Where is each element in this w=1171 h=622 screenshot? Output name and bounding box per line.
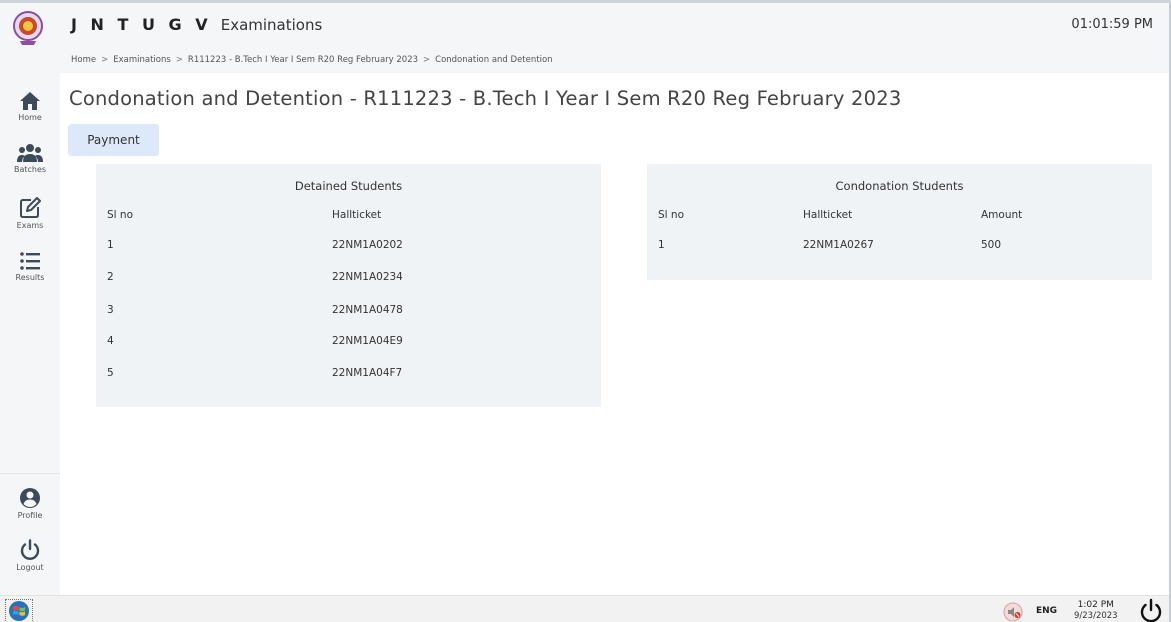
table-cell-slno: 5 — [107, 367, 114, 379]
sidebar-item-label: Exams — [16, 221, 44, 230]
sidebar-item-label: Batches — [13, 165, 47, 174]
os-taskbar: ENG 1:02 PM 9/23/2023 — [0, 595, 1169, 622]
edit-icon — [20, 197, 41, 218]
table-cell-hallticket: 22NM1A0267 — [803, 239, 874, 251]
column-header-slno: Sl no — [107, 209, 133, 221]
table-cell-slno: 2 — [107, 271, 114, 283]
breadcrumb-current: Condonation and Detention — [435, 55, 553, 65]
table-cell-slno: 4 — [107, 335, 114, 347]
power-icon — [20, 539, 40, 560]
table-cell-slno: 1 — [107, 239, 114, 251]
sidebar-item-logout[interactable]: Logout — [0, 539, 60, 572]
detained-students-panel: Detained Students Sl no Hallticket 1 22N… — [96, 164, 601, 407]
table-cell-hallticket: 22NM1A04F7 — [332, 367, 403, 379]
sidebar-item-label: Results — [15, 273, 45, 282]
power-icon[interactable] — [1138, 598, 1164, 622]
brand-name: J N T U G V — [71, 15, 212, 34]
breadcrumb-home[interactable]: Home — [71, 55, 96, 65]
sidebar-item-batches[interactable]: Batches — [0, 143, 60, 174]
column-header-slno: Sl no — [658, 209, 684, 221]
university-logo-icon[interactable] — [11, 9, 45, 47]
breadcrumb-separator: > — [175, 55, 183, 65]
breadcrumb: Home > Examinations > R111223 - B.Tech I Yea… — [71, 55, 553, 65]
app-brand: J N T U G V Examinations — [71, 15, 322, 34]
volume-muted-icon[interactable] — [1003, 602, 1023, 622]
system-time: 1:02 PM — [1077, 600, 1114, 610]
column-header-hallticket: Hallticket — [332, 209, 382, 221]
table-cell-hallticket: 22NM1A0478 — [332, 304, 403, 316]
home-icon — [20, 92, 40, 110]
header-clock: 01:01:59 PM — [1071, 17, 1153, 32]
breadcrumb-separator: > — [423, 55, 431, 65]
table-cell-slno: 3 — [107, 304, 114, 316]
panel-title: Condonation Students — [835, 179, 964, 193]
table-cell-amount: 500 — [981, 239, 1002, 251]
sidebar-item-home[interactable]: Home — [0, 91, 60, 122]
sidebar-item-profile[interactable]: Profile — [0, 487, 60, 520]
system-clock[interactable]: 1:02 PM 9/23/2023 — [1074, 600, 1118, 622]
language-indicator[interactable]: ENG — [1036, 606, 1057, 616]
condonation-students-panel: Condonation Students Sl no Hallticket Am… — [647, 164, 1152, 280]
users-icon — [17, 144, 43, 162]
top-header: J N T U G V Examinations 01:01:59 PM Hom… — [0, 3, 1169, 73]
sidebar-item-label: Home — [18, 113, 42, 122]
system-date: 9/23/2023 — [1074, 611, 1118, 621]
payment-button[interactable]: Payment — [68, 124, 159, 156]
table-cell-hallticket: 22NM1A0234 — [332, 271, 403, 283]
panel-title: Detained Students — [294, 179, 403, 193]
breadcrumb-separator: > — [101, 55, 109, 65]
list-icon — [20, 252, 40, 270]
table-cell-slno: 1 — [658, 239, 665, 251]
page-title: Condonation and Detention - R111223 - B.… — [69, 87, 902, 110]
app-window: J N T U G V Examinations 01:01:59 PM Hom… — [0, 0, 1171, 622]
start-button[interactable] — [5, 599, 33, 622]
breadcrumb-examinations[interactable]: Examinations — [113, 55, 171, 65]
table-cell-hallticket: 22NM1A04E9 — [332, 335, 403, 347]
table-cell-hallticket: 22NM1A0202 — [332, 239, 403, 251]
sidebar: Home Batches Exams Results Profile Logou… — [0, 73, 60, 595]
sidebar-item-results[interactable]: Results — [0, 251, 60, 282]
windows-orb-icon — [9, 601, 29, 621]
sidebar-item-label: Profile — [17, 511, 43, 520]
user-circle-icon — [20, 488, 40, 508]
sidebar-item-label: Logout — [16, 563, 44, 572]
sidebar-divider — [0, 473, 60, 474]
breadcrumb-exam[interactable]: R111223 - B.Tech I Year I Sem R20 Reg Fe… — [188, 55, 418, 65]
column-header-amount: Amount — [981, 209, 1023, 221]
brand-subtitle: Examinations — [220, 16, 323, 34]
sidebar-item-exams[interactable]: Exams — [0, 197, 60, 230]
column-header-hallticket: Hallticket — [803, 209, 853, 221]
